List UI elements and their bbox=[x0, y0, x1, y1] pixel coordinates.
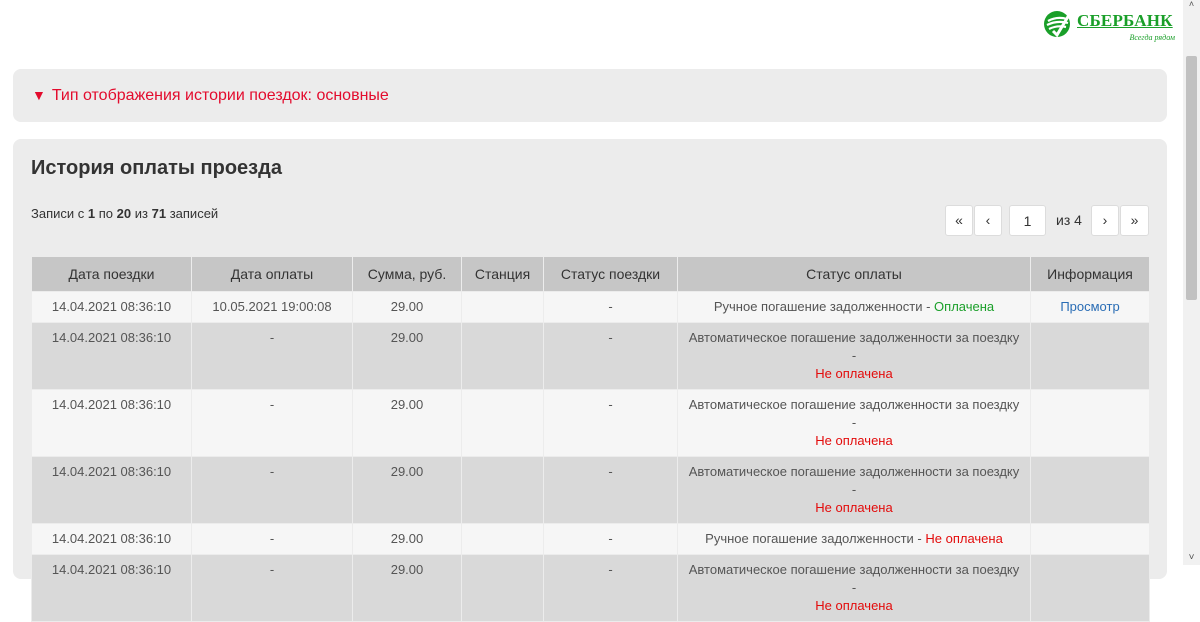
trip-status-cell: - bbox=[543, 456, 678, 524]
trip-date-cell: 14.04.2021 08:36:10 bbox=[31, 389, 192, 457]
payment-status-unpaid: Не оплачена bbox=[815, 366, 893, 381]
payment-status-text: Автоматическое погашение задолженности з… bbox=[688, 562, 1020, 595]
trip-status-cell: - bbox=[543, 322, 678, 390]
station-cell bbox=[461, 291, 544, 323]
amount-cell: 29.00 bbox=[352, 389, 462, 457]
brand-slogan: Всегда рядом bbox=[1129, 33, 1175, 42]
table-row: 14.04.2021 08:36:10 - 29.00 - Ручное пог… bbox=[31, 523, 1150, 555]
payment-status-cell: Автоматическое погашение задолженности з… bbox=[677, 456, 1031, 524]
column-header-payment-status[interactable]: Статус оплаты bbox=[677, 256, 1031, 292]
last-page-button[interactable]: » bbox=[1120, 205, 1149, 236]
page-title: История оплаты проезда bbox=[31, 157, 282, 179]
info-cell bbox=[1030, 389, 1150, 457]
payment-status-text: Автоматическое погашение задолженности з… bbox=[688, 464, 1020, 497]
payment-date-cell: 10.05.2021 19:00:08 bbox=[191, 291, 353, 323]
station-cell bbox=[461, 456, 544, 524]
payment-status-cell: Автоматическое погашение задолженности з… bbox=[677, 322, 1031, 390]
payment-status-paid: Оплачена bbox=[934, 299, 995, 314]
chevron-up-icon[interactable]: ˄ bbox=[1183, 0, 1200, 10]
records-mid2: из bbox=[134, 206, 148, 221]
payment-date-cell: - bbox=[191, 389, 353, 457]
column-header-payment-date[interactable]: Дата оплаты bbox=[191, 256, 353, 292]
records-from: 1 bbox=[87, 206, 96, 221]
payment-status-unpaid: Не оплачена bbox=[815, 433, 893, 448]
table-row: 14.04.2021 08:36:10 - 29.00 - Автоматиче… bbox=[31, 389, 1150, 457]
page-number-input[interactable] bbox=[1009, 205, 1046, 236]
payment-date-cell: - bbox=[191, 322, 353, 390]
trip-date-cell: 14.04.2021 08:36:10 bbox=[31, 456, 192, 524]
trip-date-cell: 14.04.2021 08:36:10 bbox=[31, 523, 192, 555]
trip-status-cell: - bbox=[543, 389, 678, 457]
prev-page-button[interactable]: ‹ bbox=[974, 205, 1002, 236]
display-type-toggle[interactable]: ▼ Тип отображения истории поездок: основн… bbox=[32, 87, 389, 105]
amount-cell: 29.00 bbox=[352, 456, 462, 524]
table-header-row: Дата поездки Дата оплаты Сумма, руб. Ста… bbox=[31, 256, 1150, 292]
records-total: 71 bbox=[151, 206, 167, 221]
info-cell bbox=[1030, 456, 1150, 524]
payment-status-text: Ручное погашение задолженности - bbox=[713, 299, 931, 314]
table-row: 14.04.2021 08:36:10 10.05.2021 19:00:08 … bbox=[31, 291, 1150, 323]
triangle-down-icon: ▼ bbox=[32, 87, 46, 103]
column-header-info[interactable]: Информация bbox=[1030, 256, 1150, 292]
payment-status-unpaid: Не оплачена bbox=[925, 531, 1003, 546]
payment-status-cell: Автоматическое погашение задолженности з… bbox=[677, 389, 1031, 457]
sberbank-logo-icon bbox=[1044, 11, 1071, 38]
station-cell bbox=[461, 523, 544, 555]
records-mid1: по bbox=[98, 206, 114, 221]
table-row: 14.04.2021 08:36:10 - 29.00 - Автоматиче… bbox=[31, 322, 1150, 390]
info-cell bbox=[1030, 523, 1150, 555]
vertical-scrollbar[interactable]: ˄ ˅ bbox=[1183, 0, 1200, 565]
payment-status-cell: Ручное погашение задолженности - Не опла… bbox=[677, 523, 1031, 555]
column-header-amount[interactable]: Сумма, руб. bbox=[352, 256, 462, 292]
first-page-button[interactable]: « bbox=[945, 205, 973, 236]
chevron-down-icon[interactable]: ˅ bbox=[1183, 551, 1200, 565]
view-details-link[interactable]: Просмотр bbox=[1060, 299, 1119, 314]
records-info: Записи с 1 по 20 из 71 записей bbox=[31, 206, 218, 221]
payment-date-cell: - bbox=[191, 523, 353, 555]
scrollbar-thumb[interactable] bbox=[1186, 56, 1197, 300]
payment-status-text: Автоматическое погашение задолженности з… bbox=[688, 330, 1020, 363]
amount-cell: 29.00 bbox=[352, 291, 462, 323]
records-suffix: записей bbox=[169, 206, 219, 221]
trip-status-cell: - bbox=[543, 291, 678, 323]
station-cell bbox=[461, 322, 544, 390]
payment-status-unpaid: Не оплачена bbox=[815, 500, 893, 515]
trip-date-cell: 14.04.2021 08:36:10 bbox=[31, 291, 192, 323]
trip-date-cell: 14.04.2021 08:36:10 bbox=[31, 322, 192, 390]
display-type-label: Тип отображения истории поездок: основны… bbox=[51, 87, 389, 104]
payment-status-text: Ручное погашение задолженности - bbox=[705, 531, 922, 546]
payment-date-cell: - bbox=[191, 456, 353, 524]
next-page-button[interactable]: › bbox=[1091, 205, 1119, 236]
display-type-panel: ▼ Тип отображения истории поездок: основн… bbox=[13, 69, 1167, 122]
amount-cell: 29.00 bbox=[352, 322, 462, 390]
payment-status-cell: Ручное погашение задолженности - Оплачен… bbox=[677, 291, 1031, 323]
payment-history-table: Дата поездки Дата оплаты Сумма, руб. Ста… bbox=[31, 256, 1150, 622]
info-cell bbox=[1030, 322, 1150, 390]
column-header-trip-status[interactable]: Статус поездки bbox=[543, 256, 678, 292]
amount-cell: 29.00 bbox=[352, 523, 462, 555]
records-prefix: Записи с bbox=[31, 206, 85, 221]
records-to: 20 bbox=[116, 206, 132, 221]
payment-status-unpaid: Не оплачена bbox=[815, 598, 893, 613]
brand-name: СБЕРБАНК bbox=[1077, 11, 1173, 30]
column-header-station[interactable]: Станция bbox=[461, 256, 544, 292]
station-cell bbox=[461, 389, 544, 457]
payment-status-text: Автоматическое погашение задолженности з… bbox=[688, 397, 1020, 430]
table-row: 14.04.2021 08:36:10 - 29.00 - Автоматиче… bbox=[31, 456, 1150, 524]
info-cell: Просмотр bbox=[1030, 291, 1150, 323]
sberbank-logo[interactable]: СБЕРБАНК Всегда рядом bbox=[1043, 10, 1183, 46]
payment-history-panel: История оплаты проезда Записи с 1 по 20 … bbox=[13, 139, 1167, 622]
trip-status-cell: - bbox=[543, 523, 678, 555]
column-header-trip-date[interactable]: Дата поездки bbox=[31, 256, 192, 292]
page-count-label: из 4 bbox=[1056, 212, 1082, 228]
